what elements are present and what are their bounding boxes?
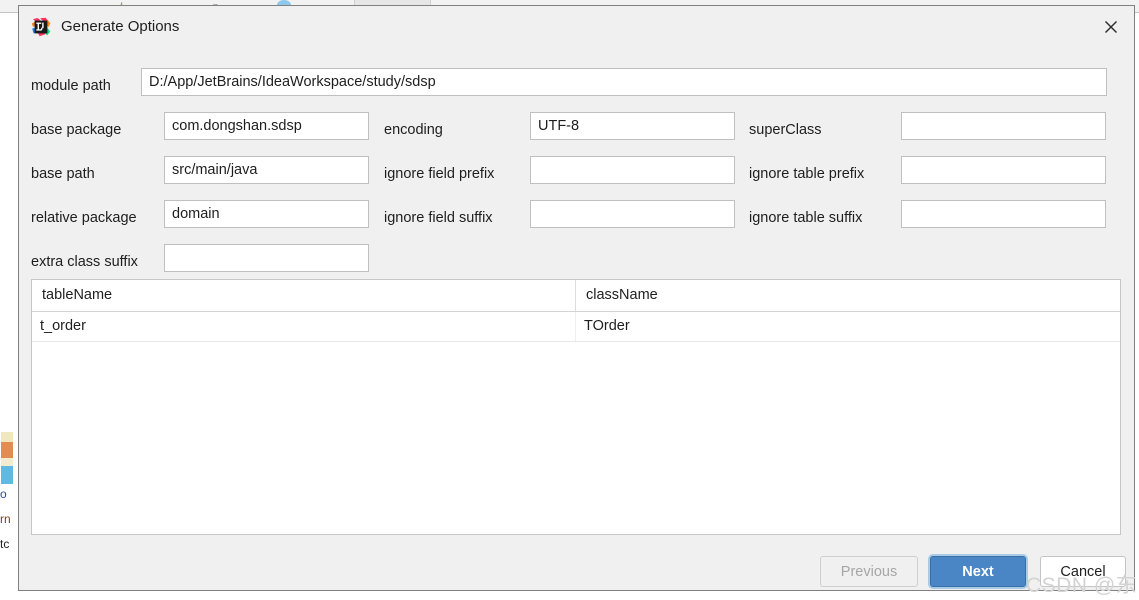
module-path-input[interactable]: D:/App/JetBrains/IdeaWorkspace/study/sds… — [141, 68, 1107, 96]
extra-class-suffix-label: extra class suffix — [31, 254, 138, 270]
cancel-button[interactable]: Cancel — [1040, 556, 1126, 587]
ignore-table-prefix-input[interactable] — [901, 156, 1106, 184]
encoding-label: encoding — [384, 122, 443, 138]
ide-code-fragment: rn — [0, 512, 11, 526]
base-path-label: base path — [31, 166, 95, 182]
intellij-idea-logo-icon — [31, 17, 51, 37]
table-body: t_order TOrder — [32, 312, 1120, 342]
ignore-field-prefix-input[interactable] — [530, 156, 735, 184]
next-button[interactable]: Next — [930, 556, 1026, 587]
ide-gutter-marker — [1, 442, 13, 458]
extra-class-suffix-input[interactable] — [164, 244, 369, 272]
close-icon[interactable] — [1088, 6, 1134, 48]
ignore-field-suffix-label: ignore field suffix — [384, 210, 493, 226]
column-header-class-name[interactable]: className — [576, 280, 1120, 311]
encoding-input[interactable]: UTF-8 — [530, 112, 735, 140]
ignore-field-prefix-label: ignore field prefix — [384, 166, 495, 182]
previous-button[interactable]: Previous — [820, 556, 918, 587]
ignore-table-suffix-input[interactable] — [901, 200, 1106, 228]
dialog-titlebar: Generate Options — [19, 6, 1134, 48]
module-path-label: module path — [31, 78, 111, 94]
cell-table-name: t_order — [32, 312, 576, 341]
base-path-input[interactable]: src/main/java — [164, 156, 369, 184]
super-class-label: superClass — [749, 122, 822, 138]
column-header-table-name[interactable]: tableName — [32, 280, 576, 311]
table-row[interactable]: t_order TOrder — [32, 312, 1120, 342]
super-class-input[interactable] — [901, 112, 1106, 140]
relative-package-input[interactable]: domain — [164, 200, 369, 228]
ide-gutter-marker — [1, 432, 13, 442]
options-form: module path D:/App/JetBrains/IdeaWorkspa… — [19, 48, 1134, 276]
ide-code-fragment: tc — [0, 537, 10, 551]
table-header-row: tableName className — [32, 280, 1120, 312]
ignore-table-suffix-label: ignore table suffix — [749, 210, 863, 226]
dialog-title: Generate Options — [61, 18, 180, 35]
tables-grid[interactable]: tableName className t_order TOrder — [31, 279, 1121, 535]
ignore-field-suffix-input[interactable] — [530, 200, 735, 228]
cell-class-name: TOrder — [584, 318, 630, 334]
base-package-input[interactable]: com.dongshan.sdsp — [164, 112, 369, 140]
base-package-label: base package — [31, 122, 122, 138]
generate-options-dialog: Generate Options module path D:/App/JetB… — [18, 5, 1139, 597]
ide-gutter-marker — [1, 458, 13, 466]
relative-package-label: relative package — [31, 210, 137, 226]
ignore-table-prefix-label: ignore table prefix — [749, 166, 865, 182]
ide-code-fragment: o — [0, 487, 7, 501]
ide-gutter-marker — [1, 466, 13, 484]
dialog-button-bar: Previous Next Cancel — [19, 546, 1134, 590]
